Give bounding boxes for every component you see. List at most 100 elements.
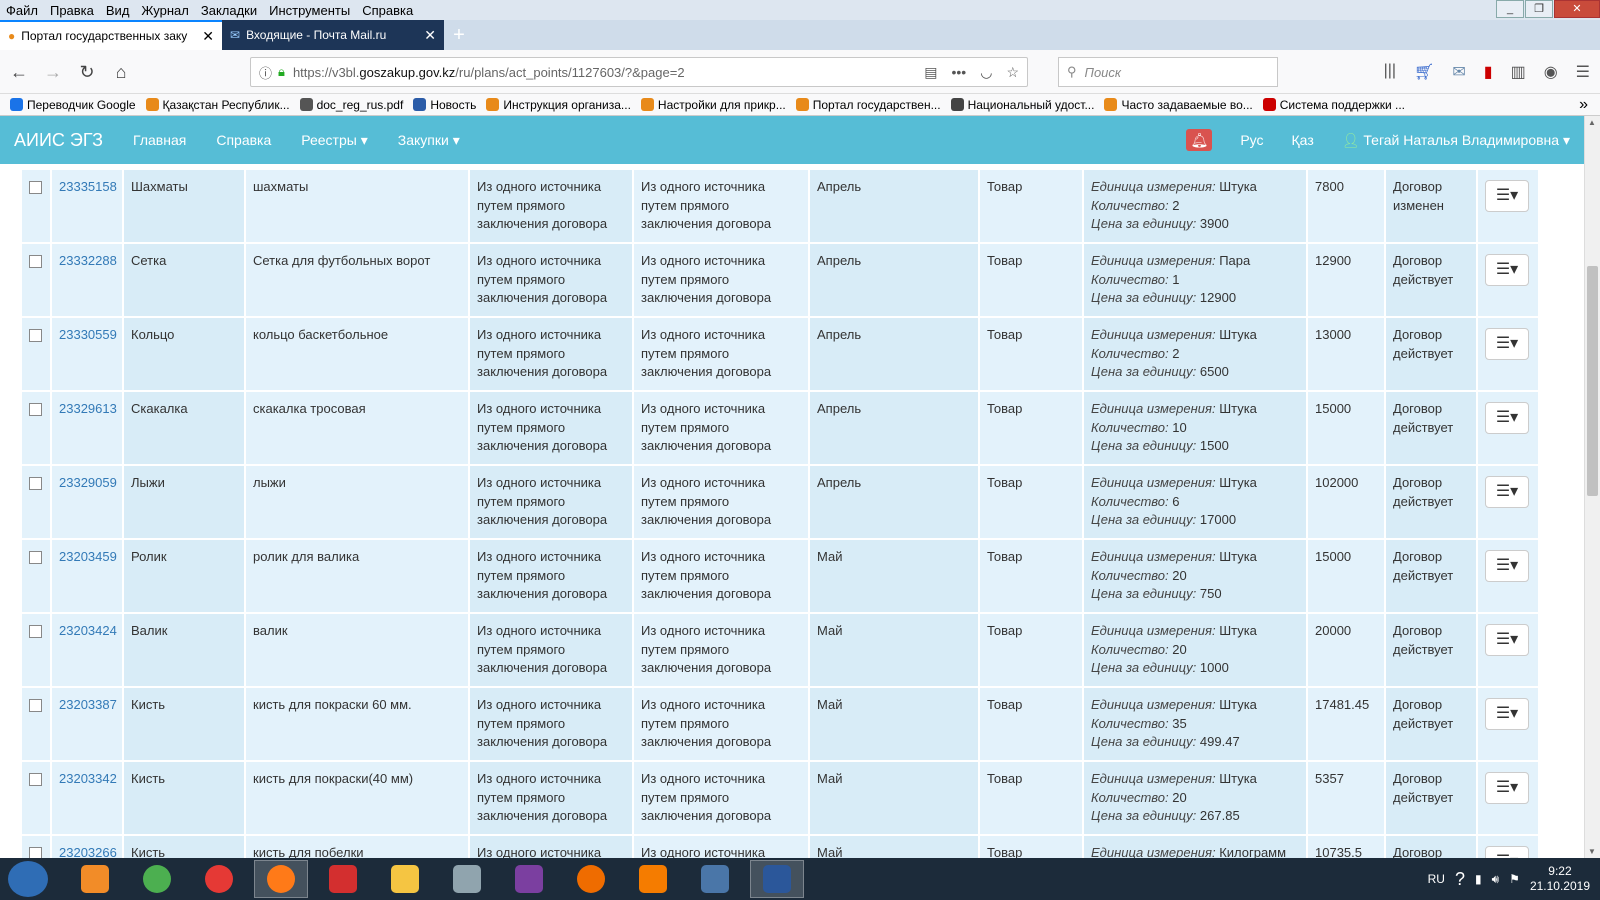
taskbar-chrome[interactable] — [130, 860, 184, 898]
row-checkbox[interactable] — [29, 329, 42, 342]
close-window-icon[interactable]: ✕ — [1554, 0, 1600, 18]
url-text[interactable]: https://v3bl.goszakup.gov.kz/ru/plans/ac… — [293, 65, 910, 80]
brand-logo[interactable]: АИИС ЭГЗ — [14, 130, 103, 151]
bookmark-item[interactable]: Қазақстан Республик... — [145, 98, 290, 112]
item-id-link[interactable]: 23332288 — [59, 253, 117, 268]
row-checkbox[interactable] — [29, 255, 42, 268]
nav-purchases[interactable]: Закупки ▾ — [398, 132, 460, 149]
lang-kz[interactable]: Қаз — [1292, 132, 1314, 148]
start-button[interactable] — [8, 861, 48, 897]
item-id-link[interactable]: 23329059 — [59, 475, 117, 490]
taskbar-odnoklassniki[interactable] — [626, 860, 680, 898]
taskbar-app-red[interactable] — [192, 860, 246, 898]
restore-icon[interactable]: ❐ — [1525, 0, 1553, 18]
bookmark-item[interactable]: Новость — [413, 98, 476, 112]
nav-home[interactable]: Главная — [133, 132, 186, 148]
row-actions-menu-button[interactable]: ☰▾ — [1485, 254, 1529, 286]
taskbar-word[interactable] — [750, 860, 804, 898]
menu-item[interactable]: Инструменты — [263, 3, 356, 18]
bookmarks-overflow-icon[interactable]: » — [1579, 96, 1588, 114]
row-checkbox[interactable] — [29, 847, 42, 858]
scroll-down-icon[interactable]: ▼ — [1588, 847, 1596, 856]
forward-icon[interactable]: → — [38, 57, 68, 87]
user-menu[interactable]: 👤︎ Тегай Наталья Владимировна ▾ — [1342, 132, 1570, 149]
flag-icon[interactable]: ▮ — [1484, 62, 1493, 82]
help-icon[interactable]: ? — [1455, 869, 1465, 890]
bookmark-item[interactable]: Инструкция организа... — [486, 98, 631, 112]
account-icon[interactable]: ◉ — [1544, 62, 1558, 82]
row-actions-menu-button[interactable]: ☰▾ — [1485, 476, 1529, 508]
item-id-link[interactable]: 23203266 — [59, 845, 117, 858]
row-actions-menu-button[interactable]: ☰▾ — [1485, 698, 1529, 730]
row-actions-menu-button[interactable]: ☰▾ — [1485, 772, 1529, 804]
item-id-link[interactable]: 23329613 — [59, 401, 117, 416]
row-checkbox[interactable] — [29, 551, 42, 564]
item-id-link[interactable]: 23203424 — [59, 623, 117, 638]
row-actions-menu-button[interactable]: ☰▾ — [1485, 550, 1529, 582]
row-checkbox[interactable] — [29, 403, 42, 416]
taskbar-vk[interactable] — [688, 860, 742, 898]
scroll-up-icon[interactable]: ▲ — [1588, 118, 1596, 127]
clock[interactable]: 9:22 21.10.2019 — [1530, 864, 1590, 894]
close-tab-icon[interactable]: ✕ — [424, 27, 436, 44]
row-checkbox[interactable] — [29, 181, 42, 194]
taskbar-firefox[interactable] — [254, 860, 308, 898]
close-tab-icon[interactable]: ✕ — [202, 28, 214, 45]
url-bar[interactable]: ⓘ 🔒︎ https://v3bl.goszakup.gov.kz/ru/pla… — [250, 57, 1028, 87]
bookmark-item[interactable]: Часто задаваемые во... — [1104, 98, 1253, 112]
item-id-link[interactable]: 23335158 — [59, 179, 117, 194]
row-checkbox[interactable] — [29, 477, 42, 490]
search-input[interactable]: ⚲ Поиск — [1058, 57, 1278, 87]
item-id-link[interactable]: 23203342 — [59, 771, 117, 786]
row-actions-menu-button[interactable]: ☰▾ — [1485, 402, 1529, 434]
tab-mail[interactable]: ✉ Входящие - Почта Mail.ru ✕ — [222, 20, 444, 50]
row-checkbox[interactable] — [29, 625, 42, 638]
bookmark-item[interactable]: Настройки для прикр... — [640, 98, 786, 112]
item-id-link[interactable]: 23203459 — [59, 549, 117, 564]
scroll-thumb[interactable] — [1587, 266, 1598, 496]
menu-item[interactable]: Правка — [44, 3, 100, 18]
library-icon[interactable]: ||| — [1384, 62, 1396, 82]
network-icon[interactable]: ▮ — [1475, 872, 1482, 886]
bookmark-item[interactable]: Национальный удост... — [950, 98, 1094, 112]
bookmark-item[interactable]: Переводчик Google — [10, 98, 136, 112]
bookmark-item[interactable]: doc_reg_rus.pdf — [299, 98, 403, 112]
menu-item[interactable]: Файл — [0, 3, 44, 18]
language-indicator[interactable]: RU — [1428, 872, 1445, 886]
menu-item[interactable]: Закладки — [195, 3, 263, 18]
lock-icon[interactable]: 🔒︎ — [278, 64, 285, 80]
menu-item[interactable]: Справка — [356, 3, 419, 18]
lang-ru[interactable]: Рус — [1240, 132, 1263, 148]
nav-help[interactable]: Справка — [216, 132, 271, 148]
info-icon[interactable]: ⓘ — [259, 63, 272, 82]
vertical-scrollbar[interactable]: ▲ ▼ — [1584, 116, 1600, 858]
bookmark-item[interactable]: Система поддержки ... — [1262, 98, 1405, 112]
row-actions-menu-button[interactable]: ☰▾ — [1485, 624, 1529, 656]
taskbar-filezilla[interactable] — [316, 860, 370, 898]
minimize-icon[interactable]: _ — [1496, 0, 1524, 18]
row-actions-menu-button[interactable]: ☰▾ — [1485, 328, 1529, 360]
item-id-link[interactable]: 23330559 — [59, 327, 117, 342]
menu-item[interactable]: Журнал — [135, 3, 194, 18]
pocket-icon[interactable]: ◡ — [980, 64, 992, 81]
row-checkbox[interactable] — [29, 773, 42, 786]
row-actions-menu-button[interactable]: ☰▾ — [1485, 180, 1529, 212]
new-tab-icon[interactable]: + — [444, 20, 474, 50]
volume-icon[interactable]: 🔊︎ — [1492, 872, 1500, 887]
nav-registries[interactable]: Реестры ▾ — [301, 132, 367, 149]
tab-goszakup[interactable]: ● Портал государственных заку ✕ — [0, 20, 222, 50]
more-icon[interactable]: ••• — [952, 64, 967, 80]
cart-icon[interactable]: 🛒︎ — [1414, 62, 1434, 82]
reader-view-icon[interactable]: ▤ — [924, 64, 937, 81]
taskbar-edge[interactable] — [564, 860, 618, 898]
row-checkbox[interactable] — [29, 699, 42, 712]
item-id-link[interactable]: 23203387 — [59, 697, 117, 712]
taskbar-onenote[interactable] — [502, 860, 556, 898]
back-icon[interactable]: ← — [4, 57, 34, 87]
home-icon[interactable]: ⌂ — [106, 57, 136, 87]
sidebar-icon[interactable]: ▥ — [1511, 62, 1526, 82]
mail-icon[interactable]: ✉ — [1452, 62, 1465, 82]
taskbar-explorer[interactable] — [378, 860, 432, 898]
reload-icon[interactable]: ↻ — [72, 57, 102, 87]
flag-tray-icon[interactable]: ⚑ — [1509, 872, 1520, 886]
